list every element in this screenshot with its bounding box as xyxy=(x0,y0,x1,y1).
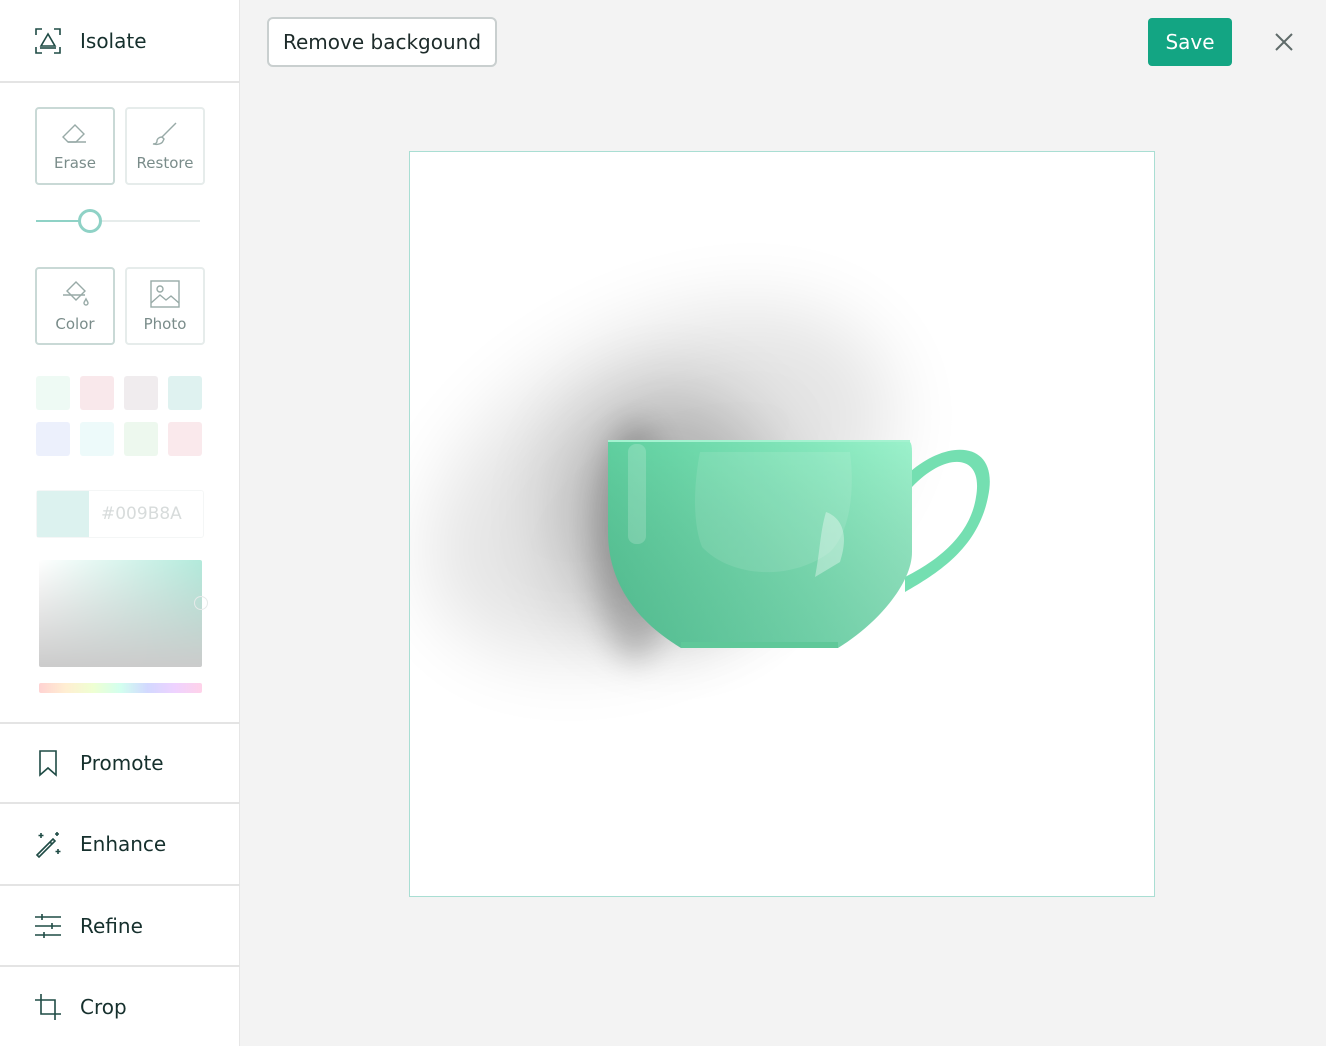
color-swatch[interactable] xyxy=(168,422,202,456)
hex-input[interactable]: #009B8A xyxy=(36,490,204,538)
brush-icon xyxy=(152,122,177,146)
remove-background-button[interactable]: Remove backgound xyxy=(267,17,497,67)
isolate-icon xyxy=(34,27,62,55)
hue-slider[interactable] xyxy=(39,683,202,693)
color-swatch[interactable] xyxy=(124,376,158,410)
enhance-tab[interactable]: Enhance xyxy=(0,804,240,884)
close-icon[interactable] xyxy=(1270,28,1298,56)
enhance-label: Enhance xyxy=(80,832,167,856)
divider xyxy=(0,81,240,83)
restore-label: Restore xyxy=(136,154,194,172)
color-swatch[interactable] xyxy=(80,376,114,410)
restore-button[interactable]: Restore xyxy=(125,107,205,185)
promote-label: Promote xyxy=(80,751,164,775)
color-label: Color xyxy=(55,315,95,333)
color-gradient-picker[interactable] xyxy=(39,560,208,667)
crop-tab[interactable]: Crop xyxy=(0,967,240,1046)
color-swatch[interactable] xyxy=(124,422,158,456)
magic-wand-icon xyxy=(34,830,62,858)
refine-label: Refine xyxy=(80,914,143,938)
erase-label: Erase xyxy=(54,154,96,172)
paint-bucket-icon xyxy=(63,281,89,306)
isolate-label: Isolate xyxy=(80,29,147,53)
cup-image xyxy=(428,305,990,662)
image-canvas[interactable] xyxy=(409,151,1155,897)
bookmark-icon xyxy=(34,749,62,777)
isolate-tab[interactable]: Isolate xyxy=(0,0,240,82)
hex-value: #009B8A xyxy=(101,504,182,524)
color-swatch[interactable] xyxy=(168,376,202,410)
crop-label: Crop xyxy=(80,994,127,1019)
color-button[interactable]: Color xyxy=(35,267,115,345)
hex-color-preview xyxy=(37,491,89,537)
color-swatch[interactable] xyxy=(36,422,70,456)
slider-thumb[interactable] xyxy=(78,209,103,233)
promote-tab[interactable]: Promote xyxy=(0,724,240,802)
crop-icon xyxy=(34,993,62,1021)
sidebar: Isolate Erase Restore Color Photo #009B8… xyxy=(0,0,240,1046)
brush-size-slider[interactable] xyxy=(36,209,200,233)
photo-label: Photo xyxy=(143,315,187,333)
color-swatch[interactable] xyxy=(80,422,114,456)
sliders-icon xyxy=(34,912,62,940)
image-icon xyxy=(150,280,180,308)
save-button[interactable]: Save xyxy=(1148,18,1232,66)
photo-button[interactable]: Photo xyxy=(125,267,205,345)
erase-button[interactable]: Erase xyxy=(35,107,115,185)
color-swatch[interactable] xyxy=(36,376,70,410)
refine-tab[interactable]: Refine xyxy=(0,886,240,966)
gradient-handle[interactable] xyxy=(194,596,208,610)
eraser-icon xyxy=(62,124,86,143)
